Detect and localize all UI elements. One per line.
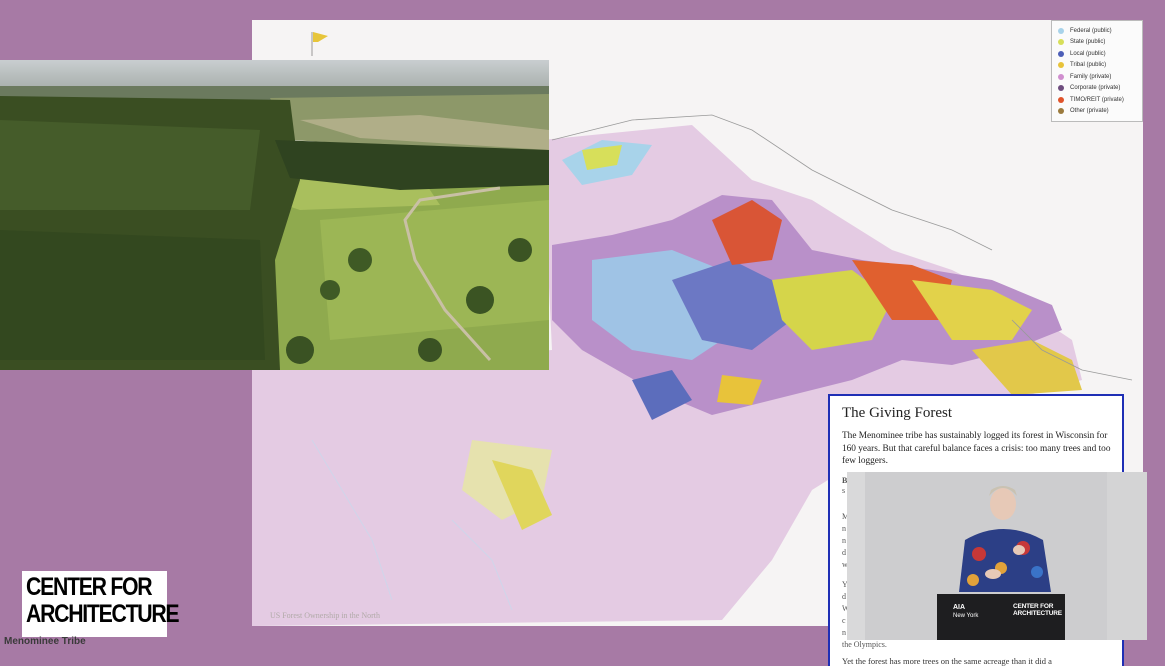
legend-item: Corporate (private) — [1058, 83, 1136, 95]
legend-item: Federal (public) — [1058, 25, 1136, 37]
legend-swatch — [1058, 27, 1064, 34]
legend-swatch — [1058, 73, 1064, 80]
session-subtitle: Menominee Tribe — [4, 636, 86, 647]
legend-item: Local (public) — [1058, 48, 1136, 60]
podium-logo-line1: CENTER FOR — [1013, 603, 1054, 610]
article-fragment: c — [842, 616, 846, 625]
podium-logo-line2: ARCHITECTURE — [1013, 610, 1062, 617]
legend-swatch — [1058, 96, 1064, 103]
legend-item: Other (private) — [1058, 106, 1136, 118]
flag-icon — [311, 32, 328, 56]
article-body-line: Yet the forest has more trees on the sam… — [842, 656, 1052, 666]
logo-line1: CENTER FOR — [26, 573, 153, 601]
legend-item: Family (private) — [1058, 71, 1136, 83]
map-legend: Federal (public) State (public) Local (p… — [1051, 20, 1143, 122]
podium-aia-sublabel: New York — [953, 613, 979, 619]
legend-swatch — [1058, 50, 1064, 57]
article-fragment: n — [842, 628, 846, 637]
legend-swatch — [1058, 39, 1064, 46]
podium-logo: CENTER FOR ARCHITECTURE — [1013, 603, 1062, 617]
legend-item: State (public) — [1058, 37, 1136, 49]
aerial-forest-illustration — [0, 60, 549, 370]
article-fragment: d — [842, 548, 846, 557]
legend-swatch — [1058, 62, 1064, 69]
legend-swatch — [1058, 108, 1064, 115]
article-title: The Giving Forest — [842, 405, 952, 421]
logo-line2: ARCHITECTURE — [26, 600, 180, 628]
aerial-forest-photo — [0, 60, 549, 370]
center-for-architecture-logo: CENTER FOR ARCHITECTURE — [22, 571, 180, 637]
legend-swatch — [1058, 85, 1064, 92]
map-caption: US Forest Ownership in the North — [270, 611, 380, 620]
legend-item: TIMO/REIT (private) — [1058, 94, 1136, 106]
podium: AIA New York CENTER FOR ARCHITECTURE — [937, 594, 1065, 640]
article-fragment: d — [842, 592, 846, 601]
legend-item: Tribal (public) — [1058, 60, 1136, 72]
article-fragment: the Olympics. — [842, 640, 887, 649]
article-fragment: s — [842, 486, 846, 495]
speaker-video-feed[interactable]: AIA New York CENTER FOR ARCHITECTURE — [847, 472, 1147, 640]
article-fragment: n — [842, 536, 846, 545]
article-fragment: n — [842, 524, 846, 533]
article-lede: The Menominee tribe has sustainably logg… — [842, 431, 1111, 466]
podium-aia-label: AIA — [953, 604, 966, 611]
